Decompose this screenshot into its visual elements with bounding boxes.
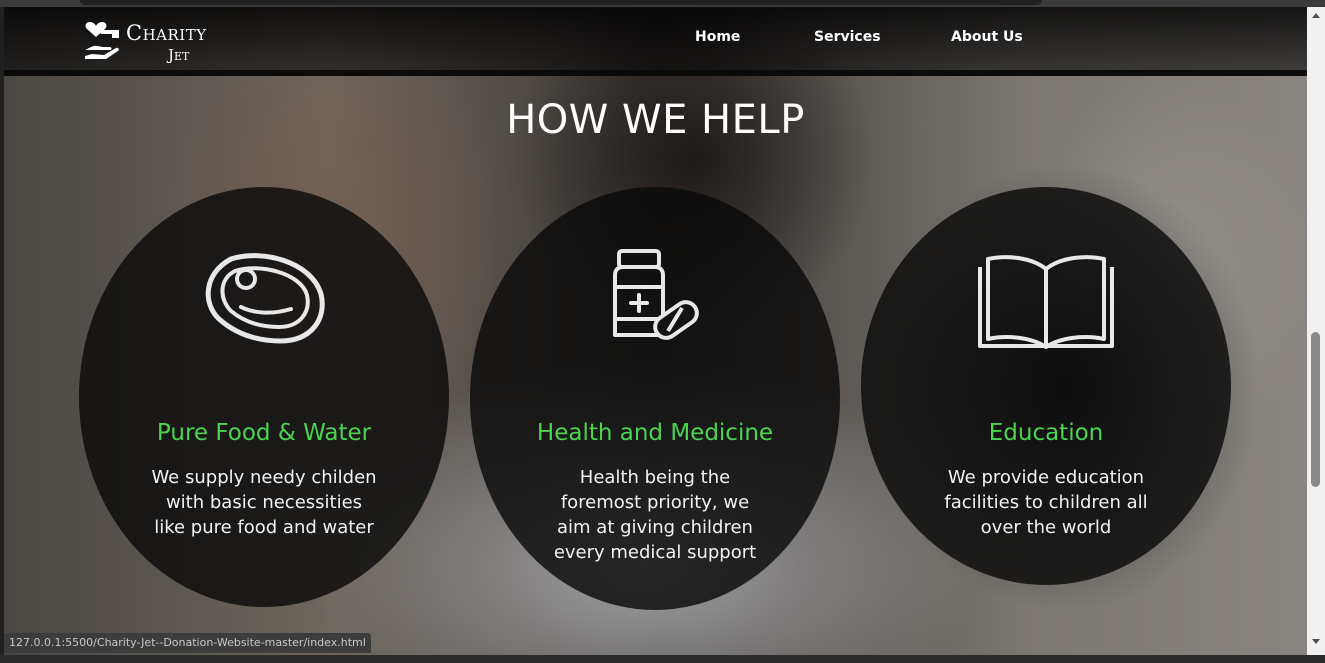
card-desc-line: like pure food and water: [154, 517, 374, 538]
steak-icon: [79, 249, 449, 349]
status-bar-url: 127.0.0.1:5500/Charity-Jet--Donation-Web…: [4, 633, 371, 653]
charity-jet-logo[interactable]: Charity Jet: [82, 16, 242, 64]
card-desc-line: Health being the: [579, 467, 731, 488]
card-desc-line: with basic necessities: [165, 492, 363, 513]
card-desc-education: We provide education facilities to child…: [916, 465, 1176, 540]
card-title-food: Pure Food & Water: [156, 420, 372, 446]
help-card-education: Education We provide education facilitie…: [861, 187, 1231, 585]
logo-text-jet: Jet: [168, 46, 190, 64]
help-card-food: Pure Food & Water We supply needy childe…: [79, 187, 449, 607]
help-card-health: Health and Medicine Health being the for…: [470, 187, 840, 610]
open-book-icon: [861, 249, 1231, 349]
logo-text-charity: Charity: [126, 21, 207, 45]
card-desc-health: Health being the foremost priority, we a…: [525, 465, 785, 565]
browser-window: Charity Jet Home Services About Us HOW W…: [0, 0, 1325, 663]
card-title-education: Education: [988, 420, 1104, 446]
scrollbar-thumb[interactable]: [1311, 332, 1320, 487]
card-desc-line: over the world: [980, 517, 1112, 538]
hand-heart-icon: [85, 22, 119, 59]
card-desc-line: every medical support: [553, 542, 757, 563]
card-desc-line: aim at giving children: [557, 517, 753, 538]
nav-home[interactable]: Home: [695, 29, 740, 45]
medicine-bottle-icon: [470, 247, 840, 347]
browser-top-strip: [0, 0, 1325, 7]
card-desc-line: foremost priority, we: [560, 492, 750, 513]
page-viewport: Charity Jet Home Services About Us HOW W…: [4, 7, 1307, 655]
vertical-scrollbar[interactable]: [1307, 7, 1325, 655]
scroll-up-arrow-icon[interactable]: [1312, 13, 1320, 18]
browser-bottom-strip: [0, 655, 1325, 663]
card-desc-line: facilities to children all: [944, 492, 1148, 513]
card-desc-line: We supply needy childen: [151, 467, 377, 488]
scroll-down-arrow-icon[interactable]: [1312, 639, 1320, 644]
site-navbar: Charity Jet Home Services About Us: [4, 7, 1307, 76]
card-title-health: Health and Medicine: [536, 420, 774, 446]
card-desc-line: We provide education: [947, 467, 1145, 488]
card-desc-food: We supply needy childen with basic neces…: [134, 465, 394, 540]
nav-about-us[interactable]: About Us: [951, 29, 1023, 45]
browser-tab-strip: [80, 0, 1042, 5]
nav-services[interactable]: Services: [814, 29, 881, 45]
section-heading: HOW WE HELP: [506, 97, 805, 143]
